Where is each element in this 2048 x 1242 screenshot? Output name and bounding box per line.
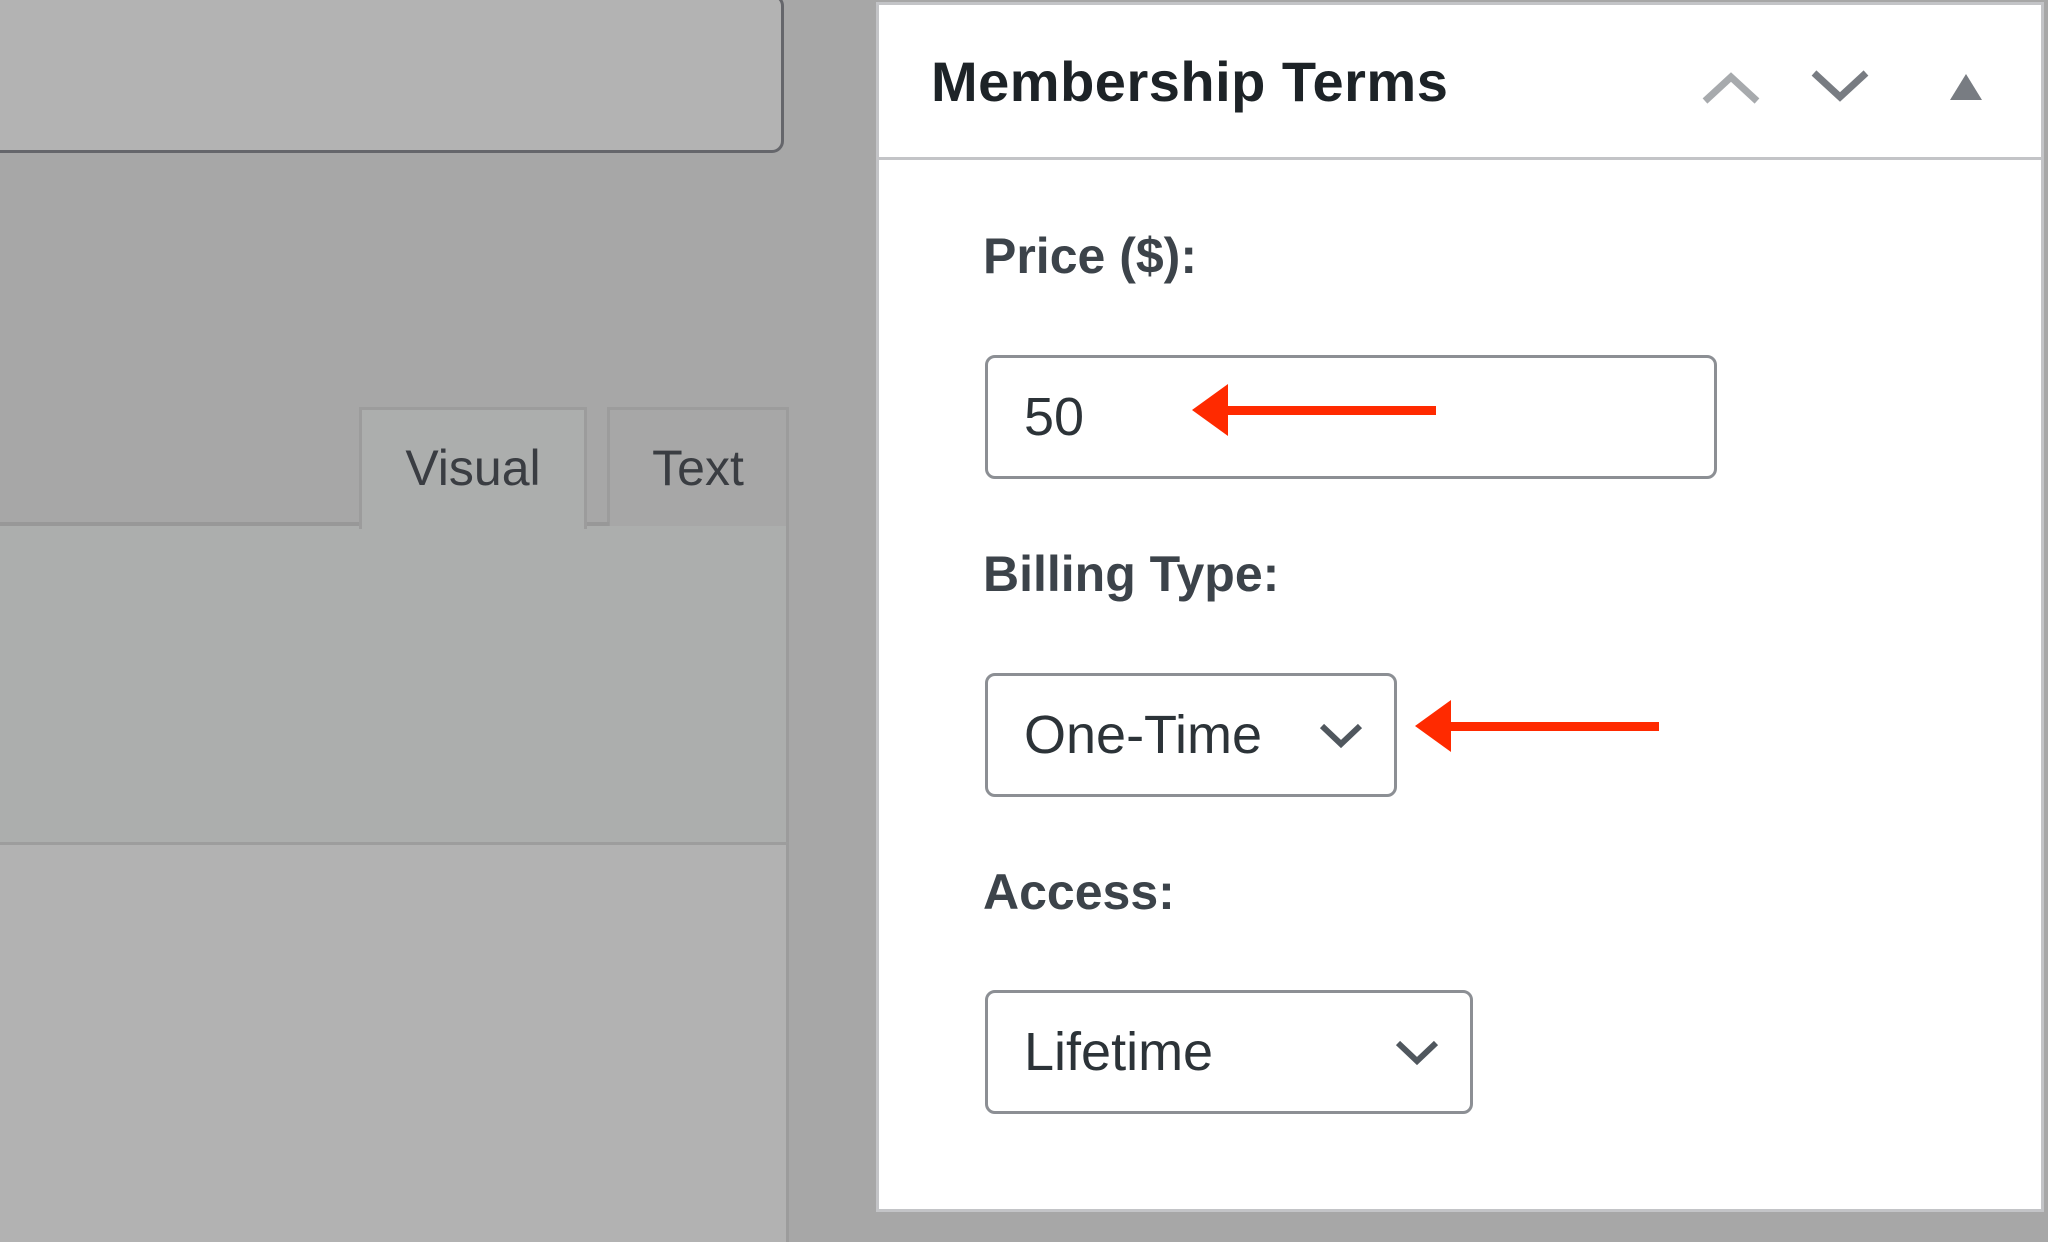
billing-type-label: Billing Type:	[983, 546, 1280, 602]
move-up-button[interactable]	[1696, 57, 1766, 117]
triangle-up-icon	[1950, 74, 1982, 100]
panel-header: Membership Terms	[879, 5, 2041, 160]
toggle-panel-button[interactable]	[1931, 57, 2001, 117]
move-down-button[interactable]	[1805, 57, 1875, 117]
chevron-down-icon	[1811, 70, 1869, 102]
editor-content-area[interactable]	[0, 842, 789, 1242]
tab-visual[interactable]: Visual	[359, 407, 587, 529]
access-label: Access:	[983, 864, 1175, 920]
tab-visual-label: Visual	[405, 440, 541, 496]
tab-text-label: Text	[652, 440, 744, 496]
chevron-up-icon	[1702, 72, 1760, 104]
billing-type-value: One-Time	[1024, 705, 1263, 765]
post-title-input[interactable]	[0, 0, 784, 153]
editor-toolbar	[0, 526, 789, 842]
price-label: Price ($):	[983, 228, 1197, 284]
panel-title: Membership Terms	[931, 50, 1449, 113]
chevron-down-icon	[1319, 723, 1363, 749]
membership-terms-panel: Membership Terms Price ($): Billing Type…	[876, 2, 2044, 1212]
annotation-arrow-icon	[1415, 700, 1659, 752]
annotation-arrow-icon	[1192, 384, 1436, 436]
tab-text[interactable]: Text	[607, 407, 789, 527]
access-value: Lifetime	[1024, 1022, 1214, 1082]
billing-type-select[interactable]: One-Time	[985, 673, 1397, 797]
access-select[interactable]: Lifetime	[985, 990, 1473, 1114]
chevron-down-icon	[1395, 1040, 1439, 1066]
